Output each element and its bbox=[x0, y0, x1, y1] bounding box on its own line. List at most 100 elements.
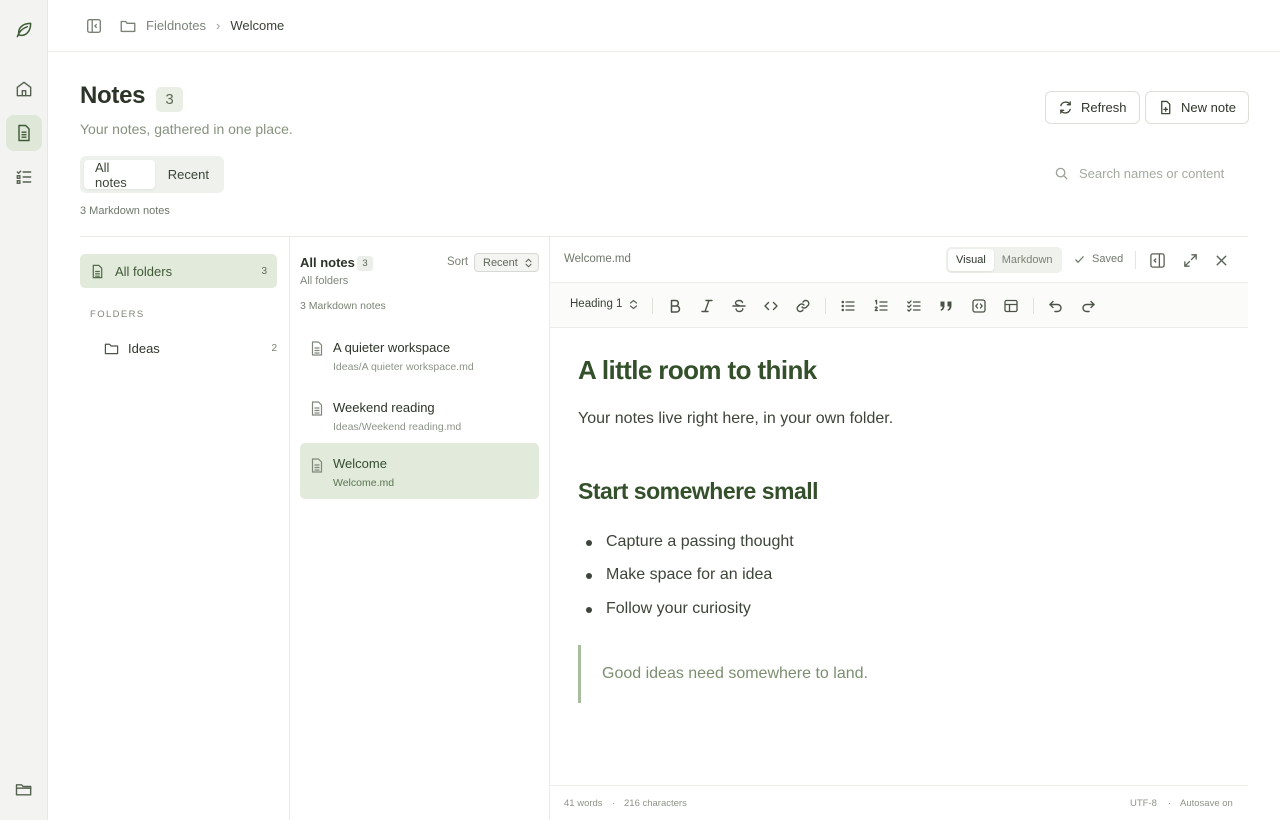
word-count: 41 words bbox=[564, 798, 603, 809]
saved-label: Saved bbox=[1092, 253, 1124, 265]
folder-label: Ideas bbox=[128, 340, 160, 356]
folders-panel: All folders 3 FOLDERS Ideas 2 bbox=[80, 237, 290, 820]
bullet-dot bbox=[586, 607, 592, 613]
breadcrumb-chevron-icon: › bbox=[215, 18, 221, 33]
doc-heading-2: Start somewhere small bbox=[578, 478, 819, 504]
doc-heading-1: A little room to think bbox=[578, 355, 817, 385]
close-icon[interactable] bbox=[1210, 249, 1232, 271]
italic-icon[interactable] bbox=[696, 295, 718, 317]
document-icon bbox=[311, 341, 323, 356]
note-list-panel: All notes 3 All folders Sort Recent 3 Ma… bbox=[290, 237, 550, 820]
page-subtitle: Your notes, gathered in one place. bbox=[80, 121, 293, 137]
toolbar-divider bbox=[652, 298, 653, 314]
note-list-item[interactable]: Weekend reading Ideas/Weekend reading.md bbox=[300, 388, 539, 444]
refresh-button[interactable]: Refresh bbox=[1045, 91, 1140, 124]
note-title: Welcome bbox=[333, 456, 387, 471]
breadcrumb-root[interactable]: Fieldnotes bbox=[146, 18, 206, 33]
doc-blockquote: Good ideas need somewhere to land. bbox=[578, 645, 1218, 703]
sort-select[interactable]: Recent bbox=[474, 253, 539, 272]
code-block-icon[interactable] bbox=[968, 295, 990, 317]
editor-panel: Welcome.md Visual Markdown Saved Heading… bbox=[550, 237, 1248, 820]
undo-icon[interactable] bbox=[1045, 295, 1067, 317]
format-toolbar: Heading 1 bbox=[550, 283, 1248, 328]
sort-value: Recent bbox=[483, 256, 518, 269]
bullet-text: Make space for an idea bbox=[606, 566, 773, 583]
leaf-logo-icon[interactable] bbox=[6, 12, 42, 48]
search-icon bbox=[1055, 167, 1068, 180]
breadcrumb-current: Welcome bbox=[230, 18, 285, 33]
bullet-text: Capture a passing thought bbox=[606, 533, 794, 550]
note-list-scope: All folders bbox=[300, 275, 349, 287]
autosave-label: Autosave on bbox=[1180, 798, 1233, 809]
note-title: A quieter workspace bbox=[333, 340, 451, 355]
note-list-caption: 3 Markdown notes bbox=[300, 300, 386, 312]
expand-icon[interactable] bbox=[1179, 249, 1201, 271]
toolbar-divider bbox=[825, 298, 826, 314]
all-folders-count: 3 bbox=[261, 265, 267, 277]
checklist-icon[interactable] bbox=[903, 295, 925, 317]
status-separator: · bbox=[1168, 798, 1172, 809]
tab-recent[interactable]: Recent bbox=[157, 160, 220, 189]
header-divider bbox=[1135, 251, 1136, 269]
document-icon bbox=[311, 401, 323, 416]
numbered-list-icon[interactable] bbox=[870, 295, 892, 317]
bullet-dot bbox=[586, 573, 592, 579]
block-type-select[interactable]: Heading 1 bbox=[570, 298, 638, 310]
panel-collapse-icon[interactable] bbox=[1146, 249, 1168, 271]
new-note-button[interactable]: New note bbox=[1145, 91, 1249, 124]
sort-label: Sort bbox=[447, 256, 469, 268]
note-path: Ideas/Weekend reading.md bbox=[333, 421, 462, 433]
notes-caption: 3 Markdown notes bbox=[80, 205, 170, 217]
toolbar-divider bbox=[1033, 298, 1034, 314]
bullet-list-icon[interactable] bbox=[837, 295, 859, 317]
tasks-nav-icon[interactable] bbox=[6, 159, 42, 195]
all-folders-item[interactable]: All folders 3 bbox=[80, 254, 277, 288]
note-path: Welcome.md bbox=[333, 477, 395, 489]
folder-icon bbox=[118, 16, 138, 36]
refresh-icon bbox=[1060, 101, 1071, 114]
check-icon bbox=[1075, 255, 1084, 263]
home-icon[interactable] bbox=[6, 71, 42, 107]
bold-icon[interactable] bbox=[664, 295, 686, 317]
search-placeholder: Search names or content bbox=[1079, 166, 1225, 181]
quote-icon[interactable] bbox=[935, 295, 957, 317]
strikethrough-icon[interactable] bbox=[728, 295, 750, 317]
all-folders-label: All folders bbox=[115, 263, 173, 279]
mode-markdown[interactable]: Markdown bbox=[994, 249, 1061, 271]
editor-mode-toggle: Visual Markdown bbox=[946, 247, 1062, 273]
view-tabs: All notes Recent bbox=[80, 156, 224, 193]
code-icon[interactable] bbox=[760, 295, 782, 317]
note-title: Weekend reading bbox=[333, 400, 435, 415]
top-bar: Fieldnotes › Welcome bbox=[48, 0, 1280, 52]
character-count: 216 characters bbox=[624, 798, 687, 809]
editor-filename: Welcome.md bbox=[564, 253, 631, 265]
sidebar-toggle-icon[interactable] bbox=[84, 16, 104, 36]
note-list-item-selected[interactable]: Welcome Welcome.md bbox=[300, 443, 539, 499]
bullet-text: Follow your curiosity bbox=[606, 600, 751, 617]
table-icon[interactable] bbox=[1000, 295, 1022, 317]
doc-paragraph: Your notes live right here, in your own … bbox=[578, 410, 894, 427]
mode-visual[interactable]: Visual bbox=[948, 249, 994, 271]
folder-count: 2 bbox=[271, 342, 277, 354]
note-path: Ideas/A quieter workspace.md bbox=[333, 361, 474, 373]
note-list-item[interactable]: A quieter workspace Ideas/A quieter work… bbox=[300, 328, 539, 384]
link-icon[interactable] bbox=[792, 295, 814, 317]
search-field[interactable]: Search names or content bbox=[1054, 166, 1224, 181]
notes-nav-icon[interactable] bbox=[6, 115, 42, 151]
folder-item-ideas[interactable]: Ideas 2 bbox=[104, 337, 277, 359]
tab-all-notes[interactable]: All notes bbox=[84, 160, 155, 190]
editor-header: Welcome.md Visual Markdown Saved bbox=[550, 237, 1248, 283]
app-rail bbox=[0, 0, 48, 820]
page-title: Notes bbox=[80, 82, 146, 109]
new-file-icon bbox=[1161, 100, 1171, 115]
updown-chevron-icon bbox=[525, 258, 532, 268]
bullet-dot bbox=[586, 540, 592, 546]
encoding-label: UTF-8 bbox=[1130, 798, 1157, 809]
note-list-title: All notes bbox=[300, 255, 355, 270]
open-folder-icon[interactable] bbox=[6, 771, 42, 807]
new-note-label: New note bbox=[1181, 100, 1236, 115]
redo-icon[interactable] bbox=[1077, 295, 1099, 317]
blockquote-text: Good ideas need somewhere to land. bbox=[602, 665, 868, 682]
folder-icon bbox=[104, 343, 119, 354]
editor-status-bar: 41 words · 216 characters UTF-8 · Autosa… bbox=[550, 785, 1248, 820]
